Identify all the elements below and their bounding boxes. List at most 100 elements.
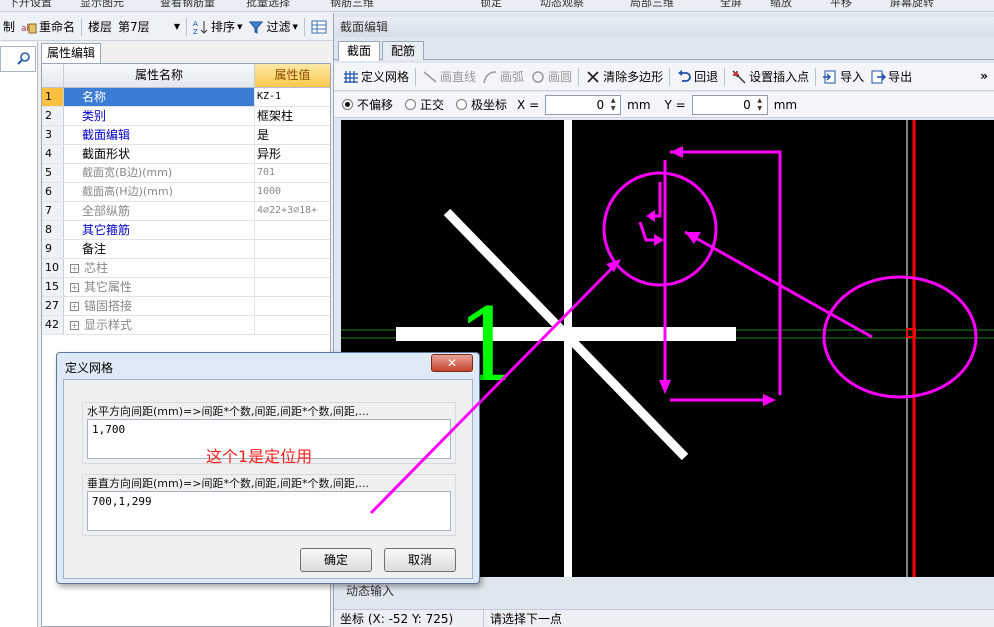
clear-polygon-button[interactable]: 清除多边形 bbox=[582, 66, 666, 88]
draw-line-button[interactable]: 画直线 bbox=[419, 66, 479, 88]
table-row[interactable]: 5 截面宽(B边)(mm) 701 bbox=[42, 164, 330, 183]
toolbar-overflow-button[interactable]: » bbox=[980, 69, 988, 83]
y-unit: mm bbox=[773, 97, 798, 112]
table-icon bbox=[311, 19, 327, 35]
top-item-7[interactable]: 动态观察 bbox=[540, 0, 584, 10]
x-coordinate-input[interactable]: 0 ▲ ▼ bbox=[545, 94, 622, 115]
top-item-11[interactable]: 平移 bbox=[830, 0, 852, 10]
define-grid-label: 定义网格 bbox=[361, 70, 410, 84]
table-row[interactable]: 1 名称 KZ-1 bbox=[42, 88, 330, 107]
table-row[interactable]: 9 备注 bbox=[42, 240, 330, 259]
import-button[interactable]: 导入 bbox=[819, 66, 867, 88]
spin-arrows-icon[interactable]: ▲ ▼ bbox=[607, 97, 619, 113]
top-item-0[interactable]: 下开设置 bbox=[8, 0, 52, 10]
coordinate-bar: 不偏移 正交 极坐标 X = 0 ▲ ▼ mm Y = 0 ▲ ▼ mm bbox=[334, 92, 994, 118]
row-value[interactable]: 701 bbox=[255, 164, 330, 182]
tab-section[interactable]: 截面 bbox=[338, 41, 381, 61]
top-item-8[interactable]: 局部三维 bbox=[630, 0, 674, 10]
table-row[interactable]: 6 截面高(H边)(mm) 1000 bbox=[42, 183, 330, 202]
filter-label: 过滤 bbox=[266, 20, 291, 34]
filter-button[interactable]: 过滤 ▼ bbox=[245, 16, 300, 38]
cancel-button[interactable]: 取消 bbox=[384, 548, 456, 572]
top-item-6[interactable]: 锁定 bbox=[480, 0, 502, 10]
status-bar: 坐标 (X: -52 Y: 725) 请选择下一点 bbox=[334, 609, 994, 627]
search-icon[interactable] bbox=[17, 51, 31, 68]
table-row[interactable]: 3 截面编辑 是 bbox=[42, 126, 330, 145]
expand-plus-icon[interactable]: + bbox=[70, 302, 79, 311]
draw-circle-button[interactable]: 画圆 bbox=[527, 66, 575, 88]
expand-plus-icon[interactable]: + bbox=[70, 321, 79, 330]
dialog-close-button[interactable]: ✕ bbox=[431, 354, 473, 372]
define-grid-button[interactable]: 定义网格 bbox=[340, 66, 412, 88]
radio-ortho[interactable] bbox=[405, 99, 417, 110]
toolbar-separator bbox=[669, 67, 671, 86]
row-value[interactable] bbox=[255, 221, 330, 239]
row-value[interactable]: 框架柱 bbox=[255, 107, 330, 125]
row-value[interactable]: 异形 bbox=[255, 145, 330, 163]
table-row[interactable]: 4 截面形状 异形 bbox=[42, 145, 330, 164]
x-unit: mm bbox=[627, 97, 651, 112]
table-row[interactable]: 7 全部纵筋 4⌀22+3⌀18+ bbox=[42, 202, 330, 221]
filter-icon bbox=[248, 19, 264, 35]
spin-arrows-icon[interactable]: ▲ ▼ bbox=[754, 97, 766, 113]
search-input[interactable] bbox=[0, 46, 36, 72]
radio-polar[interactable] bbox=[456, 99, 468, 110]
row-name: 备注 bbox=[64, 240, 255, 258]
row-value[interactable]: 4⌀22+3⌀18+ bbox=[255, 202, 330, 220]
table-row[interactable]: 27 + 锚固搭接 bbox=[42, 297, 330, 316]
top-item-1[interactable]: 显示图元 bbox=[80, 0, 124, 10]
toolbar-separator bbox=[186, 17, 188, 36]
expand-plus-icon[interactable]: + bbox=[70, 283, 79, 292]
section-editor-title: 截面编辑 bbox=[334, 17, 994, 37]
expand-plus-icon[interactable]: + bbox=[70, 264, 79, 273]
svg-text:A: A bbox=[193, 20, 198, 28]
top-item-9[interactable]: 全屏 bbox=[720, 0, 742, 10]
y-coordinate-input[interactable]: 0 ▲ ▼ bbox=[691, 94, 768, 115]
undo-button[interactable]: 回退 bbox=[673, 66, 721, 88]
set-insert-point-button[interactable]: 设置插入点 bbox=[728, 66, 812, 88]
draw-arc-button[interactable]: 画弧 bbox=[479, 66, 527, 88]
row-value[interactable] bbox=[255, 240, 330, 258]
row-number: 1 bbox=[42, 88, 64, 106]
row-name-group: + 其它属性 bbox=[64, 278, 255, 296]
top-item-12[interactable]: 屏幕旋转 bbox=[890, 0, 934, 10]
row-number: 10 bbox=[42, 259, 64, 277]
top-item-10[interactable]: 缩放 bbox=[770, 0, 792, 10]
top-item-3[interactable]: 批量选择 bbox=[246, 0, 290, 10]
dynamic-input-label[interactable]: 动态输入 bbox=[346, 582, 394, 599]
table-row[interactable]: 2 类别 框架柱 bbox=[42, 107, 330, 126]
sort-button[interactable]: AZ 排序 ▼ bbox=[190, 16, 245, 38]
vertical-spacing-input[interactable]: 700,1,299 bbox=[87, 491, 451, 531]
toolbar-separator bbox=[724, 67, 726, 86]
draw-arc-label: 画弧 bbox=[500, 70, 525, 84]
floor-label: 楼层 bbox=[88, 20, 113, 34]
tab-property-edit[interactable]: 属性编辑 bbox=[41, 43, 101, 63]
top-item-2[interactable]: 查看钢筋量 bbox=[160, 0, 215, 10]
dropdown-arrow-icon: ▼ bbox=[292, 22, 298, 31]
export-button[interactable]: 导出 bbox=[867, 66, 915, 88]
table-row[interactable]: 8 其它箍筋 bbox=[42, 221, 330, 240]
floor-select[interactable]: 第7层 ▼ bbox=[115, 16, 183, 38]
rename-button[interactable]: ab 重命名 bbox=[18, 16, 78, 38]
toolbar-item-0[interactable]: 制 bbox=[0, 16, 18, 38]
row-number: 42 bbox=[42, 316, 64, 334]
table-row[interactable]: 42 + 显示样式 bbox=[42, 316, 330, 335]
toolbar-separator bbox=[415, 67, 417, 86]
table-tool-button[interactable] bbox=[308, 16, 332, 38]
top-item-4[interactable]: 钢筋三维 bbox=[330, 0, 374, 10]
header-property-value: 属性值 bbox=[255, 64, 330, 87]
table-row[interactable]: 15 + 其它属性 bbox=[42, 278, 330, 297]
row-value-input[interactable]: KZ-1 bbox=[255, 88, 330, 106]
set-insert-point-label: 设置插入点 bbox=[749, 70, 810, 84]
ok-button[interactable]: 确定 bbox=[300, 548, 372, 572]
radio-no-offset[interactable] bbox=[342, 99, 353, 110]
import-label: 导入 bbox=[840, 70, 865, 84]
row-value[interactable]: 是 bbox=[255, 126, 330, 144]
group-label: 芯柱 bbox=[84, 261, 109, 275]
tab-rebar[interactable]: 配筋 bbox=[382, 41, 425, 60]
x-label: X = bbox=[517, 97, 540, 112]
table-row[interactable]: 10 + 芯柱 bbox=[42, 259, 330, 278]
row-value[interactable]: 1000 bbox=[255, 183, 330, 201]
toolbar-separator bbox=[303, 17, 305, 36]
header-property-name: 属性名称 bbox=[64, 64, 255, 87]
